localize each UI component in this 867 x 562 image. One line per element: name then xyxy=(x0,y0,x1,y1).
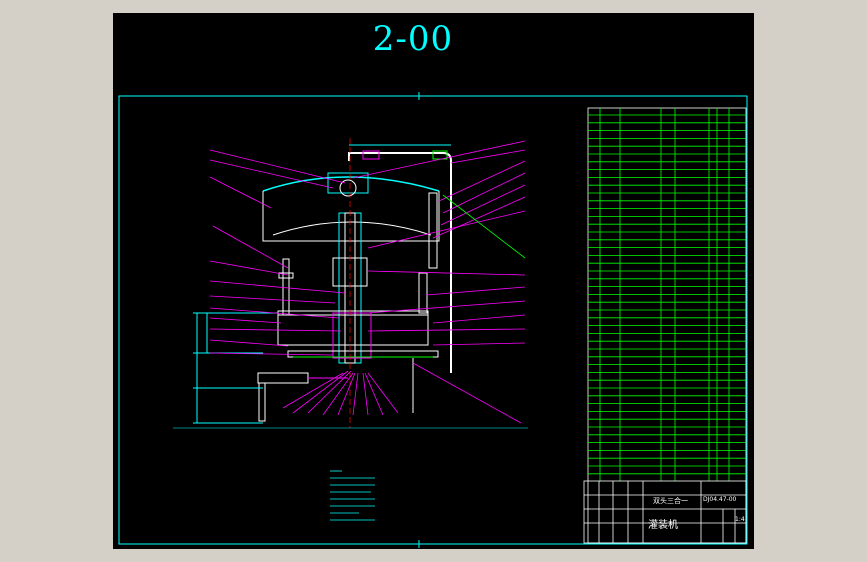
title-block-product-name: 灌装机 xyxy=(648,520,678,531)
technical-notes-block xyxy=(330,470,375,521)
parts-list-table xyxy=(587,107,747,544)
title-block-part-name: 双头三合一 xyxy=(653,497,688,505)
title-block xyxy=(583,480,747,544)
assembly-drawing xyxy=(118,92,748,548)
drawing-canvas[interactable]: 2-00 双头三合一 DJ04.47-00 灌装机 1:4 xyxy=(113,13,754,549)
title-block-drawing-code: DJ04.47-00 xyxy=(703,496,737,503)
cad-viewport[interactable]: 2-00 双头三合一 DJ04.47-00 灌装机 1:4 xyxy=(0,0,867,562)
title-block-scale: 1:4 xyxy=(735,516,745,523)
drawing-frame xyxy=(118,95,748,545)
